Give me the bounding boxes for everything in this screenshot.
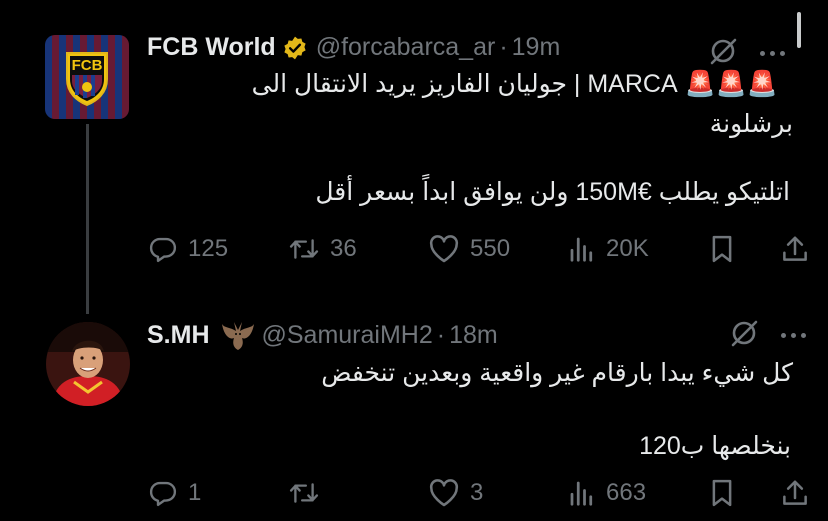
like-icon — [428, 234, 460, 264]
reply-icon — [148, 234, 178, 264]
like-button[interactable]: 3 — [428, 478, 568, 508]
views-count: 663 — [606, 479, 647, 506]
retweet-button[interactable]: 36 — [288, 234, 428, 264]
share-icon — [780, 234, 810, 264]
user-handle[interactable]: @SamuraiMH2 — [262, 321, 433, 350]
tweet-text-line-2: بنخلصها ب120 — [639, 432, 791, 460]
retweet-button[interactable] — [288, 478, 428, 508]
grok-icon[interactable] — [708, 36, 738, 71]
bookmark-icon — [708, 234, 736, 264]
tweet-text-line-1: كل شيء يبدا بارقام غير واقعية وبعدين تنخ… — [321, 359, 793, 387]
bat-emoji — [220, 318, 256, 352]
bookmark-icon — [708, 478, 736, 508]
tweet-text-line-3: اتلتيكو يطلب €150M ولن يوافق ابداً بسعر … — [315, 178, 790, 206]
thread-connector-line — [86, 124, 89, 314]
separator-dot: · — [499, 33, 508, 61]
reply-button[interactable]: 1 — [148, 478, 288, 508]
avatar-logo-text: FCB — [71, 57, 103, 74]
share-button[interactable] — [780, 478, 810, 508]
tweet-header: S.MH @SamuraiMH2 · 18m — [147, 318, 498, 352]
display-name[interactable]: S.MH — [147, 321, 210, 350]
tweet-top-icons — [708, 36, 785, 71]
views-count: 20K — [606, 235, 649, 262]
views-button[interactable]: 663 — [568, 478, 708, 508]
bookmark-button[interactable] — [708, 234, 780, 264]
timestamp[interactable]: 19m — [512, 33, 561, 62]
like-button[interactable]: 550 — [428, 234, 568, 264]
more-icon[interactable] — [760, 51, 785, 56]
like-icon — [428, 478, 460, 508]
avatar-fcb-world[interactable]: FCB — [45, 35, 129, 119]
like-count: 550 — [470, 235, 511, 262]
retweet-icon — [288, 478, 320, 508]
display-name[interactable]: FCB World — [147, 33, 276, 62]
share-button[interactable] — [780, 234, 810, 264]
verified-badge-icon — [282, 35, 308, 61]
more-icon[interactable] — [781, 333, 806, 338]
avatar-smh[interactable] — [46, 322, 130, 406]
views-button[interactable]: 20K — [568, 234, 708, 264]
share-icon — [780, 478, 810, 508]
views-icon — [568, 478, 596, 508]
tweet-text-line-1: 🚨🚨🚨 MARCA | جوليان الفاريز يريد الانتقال… — [251, 70, 778, 98]
scrollbar[interactable] — [797, 12, 801, 48]
tweet-top-icons — [729, 318, 806, 353]
reply-button[interactable]: 125 — [148, 234, 288, 264]
tweet-actions: 1 3 663 — [148, 478, 810, 508]
like-count: 3 — [470, 479, 484, 506]
reply-icon — [148, 478, 178, 508]
tweet-actions: 125 36 550 20K — [148, 234, 810, 264]
timestamp[interactable]: 18m — [449, 321, 498, 350]
views-icon — [568, 234, 596, 264]
retweet-icon — [288, 234, 320, 264]
tweet-header: FCB World @forcabarca_ar · 19m — [147, 33, 560, 62]
grok-icon[interactable] — [729, 318, 759, 353]
user-handle[interactable]: @forcabarca_ar — [316, 33, 496, 62]
reply-count: 1 — [188, 479, 202, 506]
tweet-text-line-2: برشلونة — [709, 110, 793, 138]
separator-dot: · — [436, 320, 446, 349]
bookmark-button[interactable] — [708, 478, 780, 508]
retweet-count: 36 — [330, 235, 357, 262]
reply-count: 125 — [188, 235, 229, 262]
